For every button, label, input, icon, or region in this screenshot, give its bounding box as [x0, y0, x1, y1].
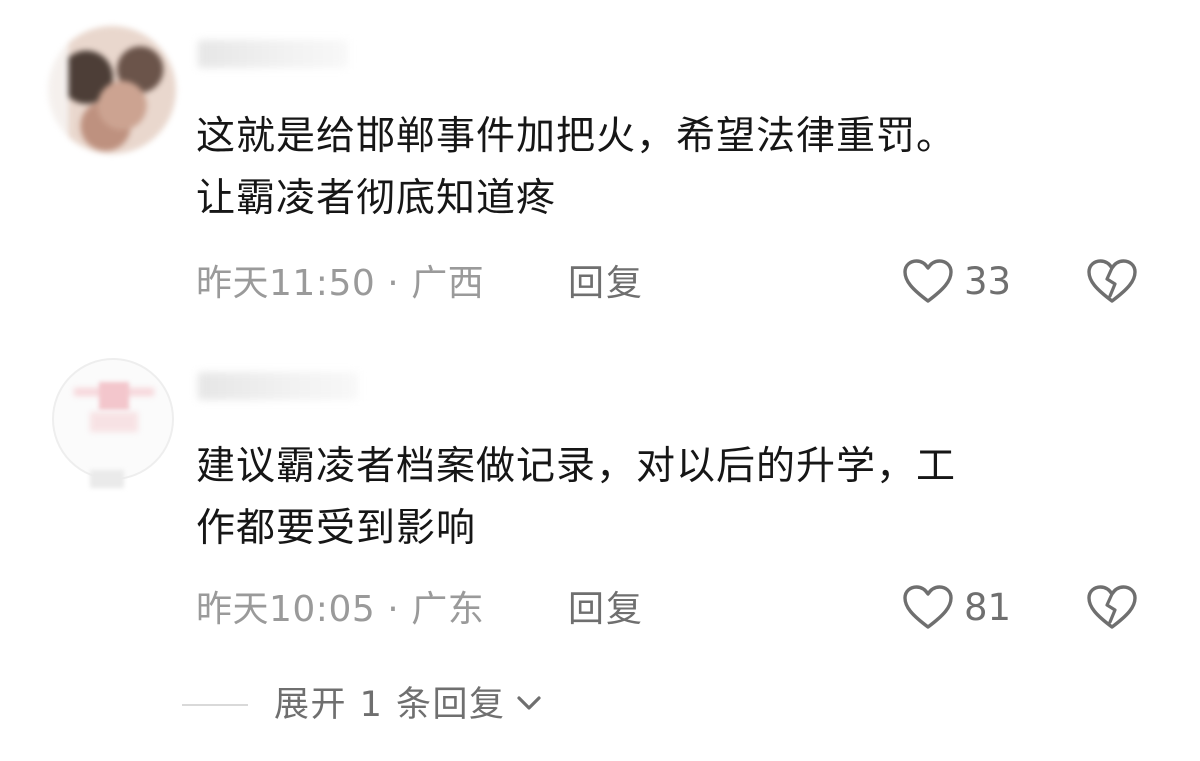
like-button[interactable]: 33 [902, 258, 1011, 306]
reply-button[interactable]: 回复 [568, 590, 644, 630]
comment-text: 这就是给邯郸事件加把火，希望法律重罚。 让霸凌者彻底知道疼 [196, 106, 1126, 230]
avatar-blur [99, 382, 129, 410]
reply-button[interactable]: 回复 [568, 264, 644, 304]
like-button[interactable]: 81 [902, 584, 1011, 632]
comment-location: 广西 [411, 263, 485, 304]
comment-location: 广东 [411, 589, 485, 630]
comment-time: 昨天11:50 [196, 263, 376, 304]
like-count: 33 [964, 260, 1012, 303]
heart-outline-icon [902, 584, 954, 632]
avatar[interactable] [48, 26, 176, 154]
expand-replies-button[interactable]: 展开 1 条回复 [182, 683, 544, 727]
avatar-blur [90, 412, 138, 432]
comment-time: 昨天10:05 [196, 589, 376, 630]
dislike-button[interactable] [1086, 584, 1138, 636]
like-count: 81 [964, 586, 1012, 629]
username-blurred[interactable] [198, 40, 348, 68]
heart-outline-icon [902, 258, 954, 306]
comment-text-line: 让霸凌者彻底知道疼 [196, 176, 557, 221]
username-blurred[interactable] [198, 372, 358, 400]
meta-separator: · [387, 589, 400, 630]
divider-line [182, 704, 248, 706]
broken-heart-icon [1086, 585, 1138, 636]
comment-text-line: 这就是给邯郸事件加把火，希望法律重罚。 [196, 114, 957, 159]
comment-meta: 昨天11:50 · 广西 [196, 264, 484, 304]
meta-separator: · [387, 263, 400, 304]
comment-meta: 昨天10:05 · 广东 [196, 590, 484, 630]
broken-heart-icon [1086, 259, 1138, 310]
expand-replies-label: 展开 1 条回复 [274, 685, 506, 725]
chevron-down-icon [514, 692, 544, 718]
comment-text-line: 建议霸凌者档案做记录，对以后的升学，工 [196, 444, 957, 489]
comment-text: 建议霸凌者档案做记录，对以后的升学，工 作都要受到影响 [196, 436, 1126, 560]
dislike-button[interactable] [1086, 258, 1138, 310]
avatar[interactable] [52, 358, 174, 480]
blur-patch [90, 470, 124, 488]
comment-text-line: 作都要受到影响 [196, 506, 477, 551]
